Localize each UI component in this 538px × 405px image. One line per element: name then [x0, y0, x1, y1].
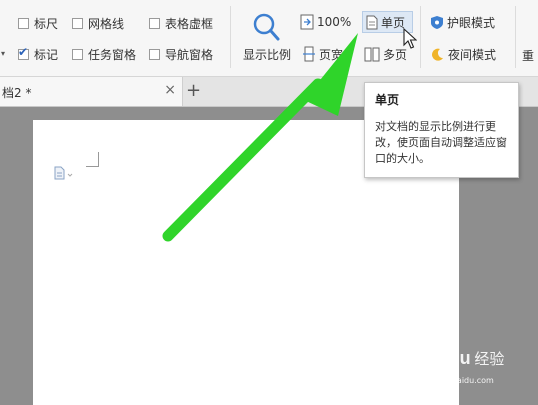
markup-checkbox[interactable]: 标记 [18, 45, 58, 63]
eye-protection-mode-label: 护眼模式 [447, 15, 496, 30]
task-pane-checkbox-label: 任务窗格 [88, 47, 137, 62]
tooltip-description: 对文档的显示比例进行更改，使页面自动调整适应窗口的大小。 [375, 120, 507, 165]
ribbon-divider [420, 6, 421, 68]
ribbon-divider [230, 6, 231, 68]
ruler-checkbox[interactable]: 标尺 [18, 14, 58, 32]
ribbon-toolbar: ▾ 标尺 网格线 表格虚框 标记 任务窗格 导航窗格 显示比例 [0, 0, 538, 77]
dropdown-arrow-icon[interactable]: ▾ [1, 49, 5, 58]
zoom-button[interactable]: 显示比例 [238, 10, 296, 66]
zoom-100-icon [300, 14, 314, 30]
night-mode-button[interactable]: 夜间模式 [430, 44, 496, 64]
baidu-jingyan-watermark: Bai✿du 经验 jingyan.baidu.com [408, 348, 505, 385]
table-gridlines-checkbox-box[interactable] [149, 17, 160, 29]
page-width-icon [303, 46, 315, 62]
table-gridlines-checkbox[interactable]: 表格虚框 [149, 14, 213, 32]
mouse-cursor-icon [403, 28, 417, 49]
paw-icon: ✿ [436, 350, 449, 368]
gridlines-checkbox[interactable]: 网格线 [72, 14, 124, 32]
moon-icon [432, 48, 443, 61]
ruler-checkbox-label: 标尺 [34, 16, 59, 31]
multi-page-icon [364, 47, 380, 61]
watermark-url: jingyan.baidu.com [420, 376, 494, 385]
markup-checkbox-box[interactable] [18, 45, 29, 60]
night-mode-label: 夜间模式 [448, 47, 497, 62]
page-width-button[interactable]: 页宽 [302, 44, 343, 64]
zoom-100-button[interactable]: 100% [300, 12, 351, 32]
truncated-ribbon-label[interactable]: 重 [522, 47, 534, 64]
paragraph-layout-icon[interactable] [54, 166, 76, 180]
single-page-icon [366, 15, 378, 29]
single-page-label: 单页 [381, 15, 406, 30]
gridlines-checkbox-label: 网格线 [88, 16, 125, 31]
close-icon[interactable]: × [164, 82, 176, 98]
gridlines-checkbox-box[interactable] [72, 17, 83, 29]
navigation-pane-checkbox-label: 导航窗格 [165, 47, 214, 62]
tooltip-title: 单页 [375, 93, 400, 107]
shield-icon [431, 15, 443, 29]
ribbon-divider [515, 6, 516, 68]
task-pane-checkbox-box[interactable] [72, 48, 83, 60]
multi-page-button[interactable]: 多页 [364, 44, 407, 64]
document-tab-title: 档2 * [2, 86, 32, 100]
watermark-jingyan: 经验 [474, 350, 505, 368]
document-tab[interactable]: 档2 * × [0, 77, 183, 106]
task-pane-checkbox[interactable]: 任务窗格 [72, 45, 136, 63]
single-page-tooltip: 单页 对文档的显示比例进行更改，使页面自动调整适应窗口的大小。 [364, 82, 519, 178]
magnifier-icon [253, 13, 280, 41]
table-gridlines-checkbox-label: 表格虚框 [165, 16, 214, 31]
page-width-label: 页宽 [319, 47, 344, 62]
margin-corner-mark [86, 152, 99, 167]
navigation-pane-checkbox-box[interactable] [149, 48, 160, 60]
navigation-pane-checkbox[interactable]: 导航窗格 [149, 45, 213, 63]
zoom-button-label: 显示比例 [242, 48, 291, 62]
zoom-100-label: 100% [317, 15, 352, 29]
ruler-checkbox-box[interactable] [18, 17, 29, 29]
markup-checkbox-label: 标记 [34, 47, 59, 62]
watermark-brand-suffix: du [448, 348, 471, 368]
add-tab-icon[interactable]: + [186, 80, 201, 101]
watermark-brand: Bai [408, 348, 437, 368]
eye-protection-mode-button[interactable]: 护眼模式 [430, 12, 495, 32]
